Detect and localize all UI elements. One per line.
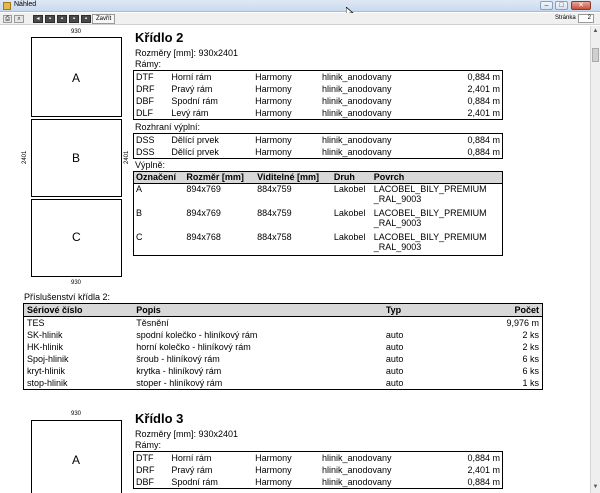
- maximize-button[interactable]: □: [555, 1, 568, 10]
- wing3-frames-table: DTF Horní rám Harmony hlinik_anodovany 0,884…: [133, 451, 503, 489]
- table-row: DRF Pravý rám Harmony hlinik_anodovany 2,401…: [136, 465, 500, 475]
- wing2-panel-b-letter: B: [72, 151, 81, 165]
- page-label: Stránka: [555, 15, 576, 21]
- wing2-fills-table: Označení Rozměr [mm] Viditelné [mm] Druh Pov…: [133, 171, 503, 256]
- wing2-frames-label: Rámy:: [135, 59, 162, 69]
- close-preview-button[interactable]: Zavřít: [92, 14, 116, 24]
- table-row: DRF Pravý rám Harmony hlinik_anodovany 2,401…: [136, 84, 500, 94]
- table-row: A 894x769 884x759 Lakobel LACOBEL_BILY_PREMI…: [136, 184, 487, 204]
- wing2-width-bottom: 930: [71, 280, 82, 286]
- scroll-up-icon[interactable]: ▲: [592, 27, 599, 35]
- wing2-dividers-label: Rozhraní výplní:: [135, 122, 201, 132]
- table-row: SK-hlinik spodní kolečko - hliníkový rám a…: [27, 330, 539, 340]
- scrollbar-thumb[interactable]: [592, 48, 599, 62]
- table-row: TES Těsnění 9,976 m: [27, 318, 539, 328]
- close-window-button[interactable]: ✕: [571, 1, 591, 10]
- wing2-panel-c-letter: C: [72, 230, 81, 244]
- table-header: Sériové číslo Popis Typ Počet: [23, 303, 543, 317]
- wing2-width-top: 930: [71, 29, 82, 35]
- vertical-scrollbar[interactable]: ▲ ▼: [590, 26, 600, 493]
- wing2-height-left: 2401: [22, 150, 28, 164]
- app-icon: [3, 2, 11, 10]
- wing3-frames-label: Rámy:: [135, 440, 162, 450]
- table-row: DBF Spodní rám Harmony hlinik_anodovany 0,88…: [136, 477, 500, 487]
- wing2-dimensions: Rozměry [mm]: 930x2401: [135, 48, 239, 58]
- wing2-accessories-label: Příslušenství křídla 2:: [24, 292, 111, 302]
- one-page-icon[interactable]: ▪: [45, 15, 55, 23]
- table-row: B 894x769 884x759 Lakobel LACOBEL_BILY_PREMI…: [136, 207, 487, 228]
- scroll-down-icon[interactable]: ▼: [592, 483, 599, 491]
- table-row: C 894x768 884x758 Lakobel LACOBEL_BILY_PREMI…: [136, 231, 487, 252]
- table-row: stop-hlinik stoper - hliníkový rám auto 1 k…: [27, 378, 539, 388]
- first-page-icon[interactable]: ◂: [33, 15, 43, 23]
- wing3-title: Křídlo 3: [135, 411, 184, 426]
- four-pages-icon[interactable]: ▪: [69, 15, 79, 23]
- wing2-frames-table: DTF Horní rám Harmony hlinik_anodovany 0,884…: [133, 70, 503, 120]
- page-number-input[interactable]: 2: [578, 14, 594, 23]
- table-row: DTF Horní rám Harmony hlinik_anodovany 0,884…: [136, 453, 500, 463]
- two-pages-icon[interactable]: ▪: [57, 15, 67, 23]
- wing2-dividers-table: DSS Dělící prvek Harmony hlinik_anodovany 0,…: [133, 133, 503, 159]
- wing2-title: Křídlo 2: [135, 30, 184, 45]
- wing2-accessories-table: Sériové číslo Popis Typ Počet TES Těsnění 9,9…: [23, 303, 543, 390]
- title-bar: Náhled – □ ✕: [0, 0, 600, 12]
- table-row: DLF Levý rám Harmony hlinik_anodovany 2,401 …: [136, 108, 500, 118]
- minimize-button[interactable]: –: [540, 1, 553, 10]
- table-row: HK-hlinik horní kolečko - hliníkový rám au…: [27, 342, 539, 352]
- wing2-height-right: 2401: [124, 150, 130, 164]
- table-header: Označení Rozměr [mm] Viditelné [mm] Druh Pov…: [133, 171, 503, 184]
- table-row: DSS Dělící prvek Harmony hlinik_anodovany 0,…: [136, 147, 500, 157]
- wing3-dimensions: Rozměry [mm]: 930x2401: [135, 429, 239, 439]
- toolbar: ⎙ ⌕ ◂ ▪ ▪ ▪ ▪ Zavřít Stránka 2: [0, 13, 600, 25]
- table-row: kryt-hlinik krytka - hliníkový rám auto 6 k…: [27, 366, 539, 376]
- wing2-fills-label: Výplně:: [135, 160, 166, 170]
- table-row: DBF Spodní rám Harmony hlinik_anodovany 0,88…: [136, 96, 500, 106]
- table-row: DTF Horní rám Harmony hlinik_anodovany 0,884…: [136, 72, 500, 82]
- preview-viewport[interactable]: 930 A B C 2401 2401 930 Křídlo 2 Rozměry…: [0, 26, 590, 493]
- window-title: Náhled: [14, 1, 37, 8]
- zoom-icon[interactable]: ⌕: [14, 15, 24, 23]
- table-row: DSS Dělící prvek Harmony hlinik_anodovany 0,…: [136, 135, 500, 145]
- wing3-width-top: 930: [71, 411, 82, 417]
- print-icon[interactable]: ⎙: [3, 15, 12, 23]
- table-row: Spoj-hlinik šroub - hliníkový rám auto 6 ks: [27, 354, 539, 364]
- wing2-panel-a-letter: A: [72, 71, 81, 85]
- six-pages-icon[interactable]: ▪: [81, 15, 91, 23]
- wing3-panel-a-letter: A: [72, 453, 81, 467]
